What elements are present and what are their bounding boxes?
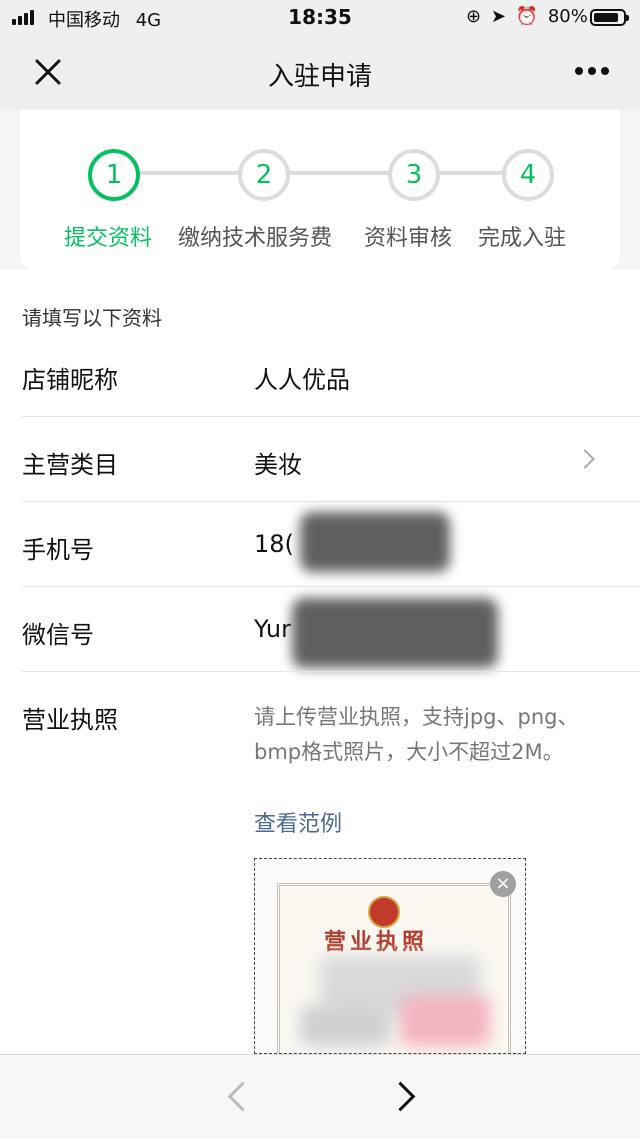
divider — [22, 671, 640, 672]
category-select[interactable]: 美妆 — [254, 445, 302, 480]
redaction-blur — [300, 512, 450, 572]
redaction-blur — [300, 1006, 390, 1046]
step-connector — [436, 171, 504, 175]
alarm-icon: ⏰ — [515, 6, 539, 27]
step-2-label: 缴纳技术服务费 — [178, 226, 333, 251]
upload-hint: 请上传营业执照，支持jpg、png、bmp格式照片，大小不超过2M。 — [254, 705, 579, 764]
step-3-label: 资料审核 — [364, 226, 453, 251]
view-example-link[interactable]: 查看范例 — [254, 806, 342, 838]
rotation-lock-icon: ⊕ — [466, 6, 482, 27]
wechat-field[interactable]: Yur — [254, 615, 291, 643]
divider — [22, 416, 640, 417]
status-icons: ⊕ ➤ ⏰ 80% — [466, 6, 588, 27]
phone-label: 手机号 — [22, 536, 94, 564]
location-icon: ➤ — [490, 6, 506, 27]
battery-icon — [590, 9, 629, 26]
step-1-circle: 1 — [88, 149, 140, 201]
license-frame: 营业执照 — [277, 883, 511, 1053]
divider — [22, 501, 640, 502]
license-image[interactable]: 营业执照 — [254, 858, 526, 1054]
step-connector — [286, 171, 390, 175]
remove-image-icon[interactable]: × — [490, 871, 516, 897]
step-4-circle: 4 — [502, 149, 554, 201]
license-image-title: 营业执照 — [324, 930, 429, 955]
wechat-label: 微信号 — [22, 621, 94, 649]
step-1-label: 提交资料 — [64, 226, 153, 251]
more-icon[interactable] — [574, 66, 610, 76]
step-2-circle: 2 — [238, 149, 290, 201]
page-title: 入驻申请 — [267, 62, 372, 92]
redaction-blur — [292, 598, 498, 668]
bottom-toolbar — [0, 1054, 640, 1139]
phone-field[interactable]: 18( — [254, 530, 294, 558]
store-name-field[interactable]: 人人优品 — [254, 360, 350, 395]
redaction-blur — [400, 996, 490, 1046]
step-3-circle: 3 — [388, 149, 440, 201]
form-hint: 请填写以下资料 — [22, 306, 162, 330]
step-connector — [136, 171, 240, 175]
store-name-label: 店铺昵称 — [22, 366, 118, 394]
divider — [22, 586, 640, 587]
step-4-label: 完成入驻 — [478, 226, 567, 251]
battery-percent: 80% — [547, 6, 588, 27]
category-label: 主营类目 — [22, 451, 118, 479]
license-label: 营业执照 — [22, 706, 118, 734]
